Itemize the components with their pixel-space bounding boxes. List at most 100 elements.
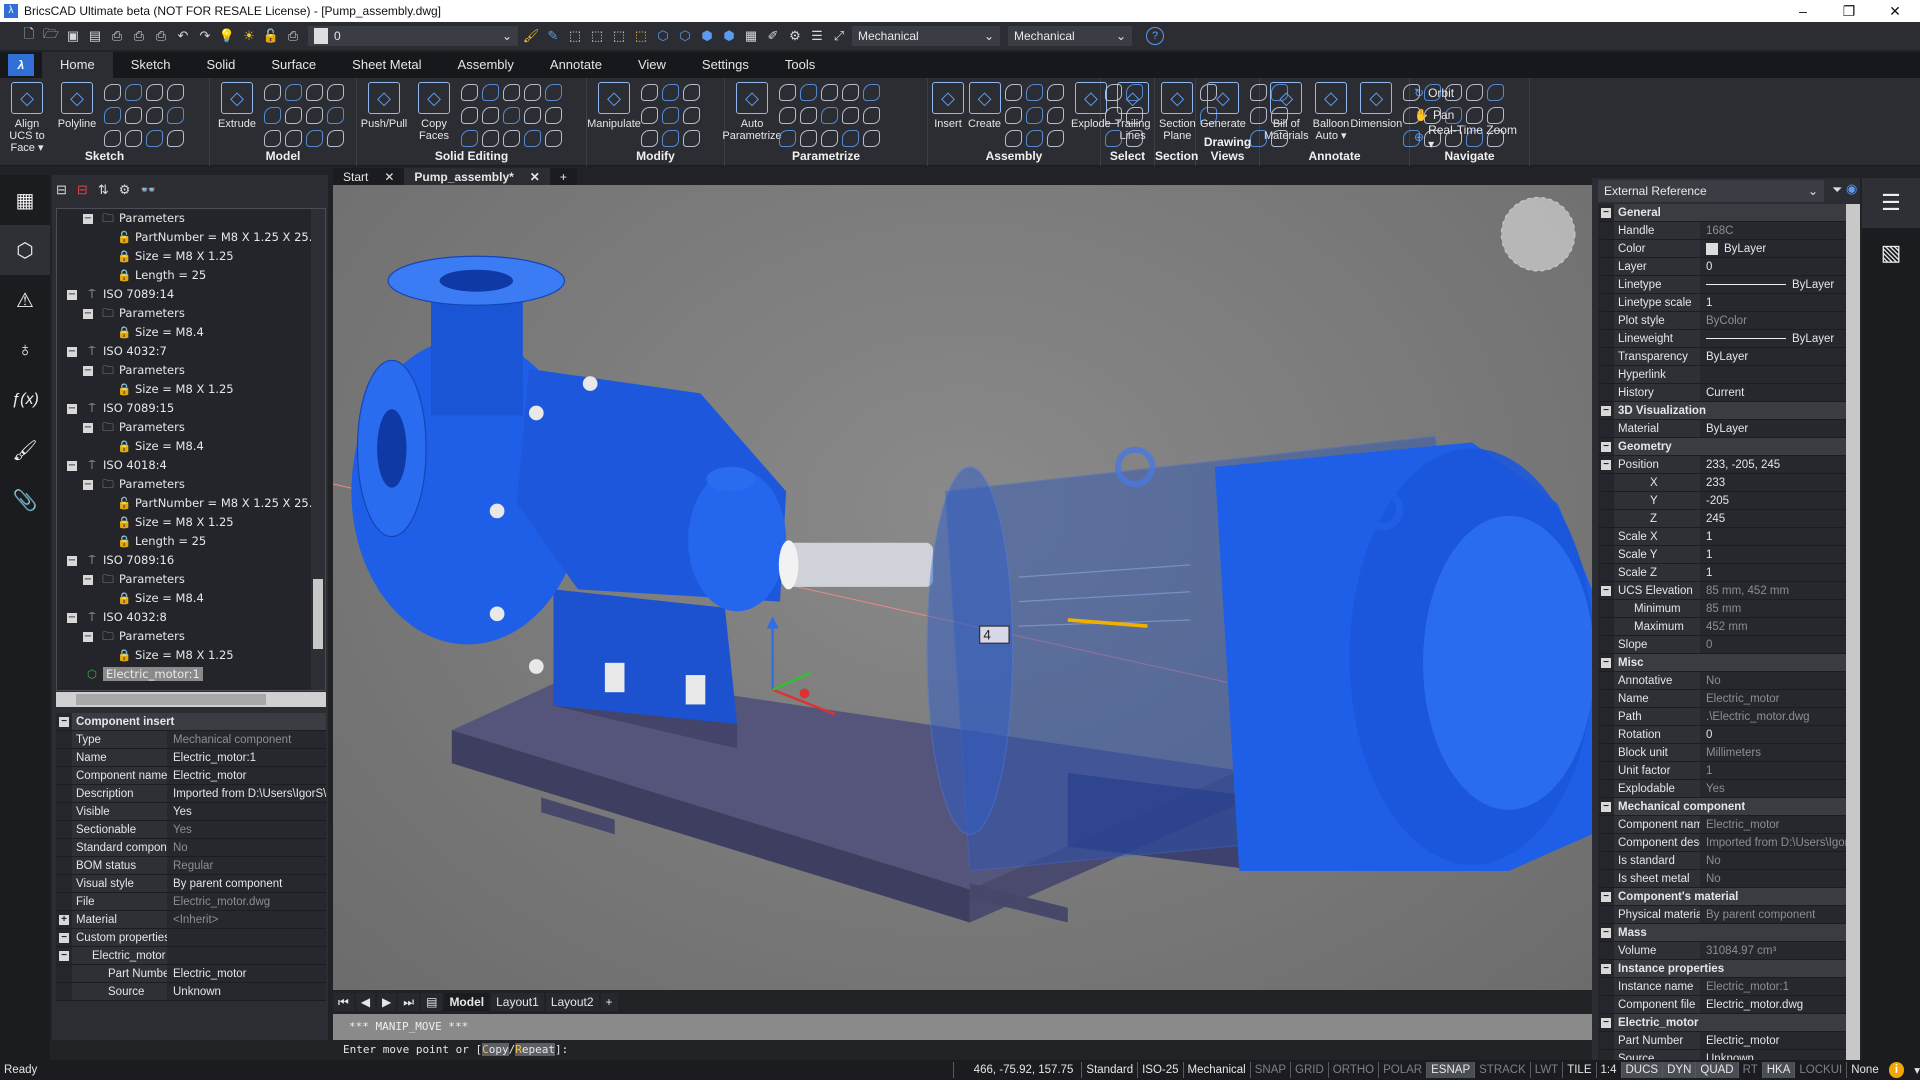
status-toggle-ducs[interactable]: DUCS — [1620, 1062, 1663, 1078]
tool-icon[interactable] — [306, 130, 323, 147]
eye-icon[interactable]: ◉ — [1846, 181, 1857, 197]
first-layout-button[interactable]: ⏮ — [333, 993, 354, 1011]
tree-item[interactable]: − 🗀 Parameters — [57, 475, 325, 494]
property-row[interactable]: Component file Electric_motor.dwg — [1598, 996, 1846, 1014]
tool-icon[interactable] — [662, 84, 679, 101]
tool-icon[interactable] — [167, 107, 184, 124]
tree-item[interactable]: 🔒 Size = M8.4 — [57, 323, 325, 342]
tool-icon[interactable] — [264, 84, 281, 101]
tool-icon[interactable] — [545, 107, 562, 124]
tree-item[interactable]: − 🗀 Parameters — [57, 209, 325, 228]
expand-toggle[interactable]: − — [1598, 582, 1614, 599]
tool-icon[interactable] — [327, 84, 344, 101]
tool-icon[interactable] — [461, 84, 478, 101]
tool-icon[interactable] — [800, 84, 817, 101]
property-row[interactable]: Plot style ByColor — [1598, 312, 1846, 330]
property-row[interactable]: Path .\Electric_motor.dwg — [1598, 708, 1846, 726]
function-icon[interactable]: ƒ(x) — [0, 375, 50, 425]
tool-icon[interactable] — [1126, 107, 1143, 124]
table-icon[interactable]: ▦ — [0, 175, 50, 225]
property-row[interactable]: BOM status Regular — [56, 857, 326, 875]
add-layout-button[interactable]: + — [600, 993, 618, 1011]
minus-icon[interactable]: − — [1601, 585, 1611, 596]
close-tab-icon[interactable]: ✕ — [530, 170, 540, 184]
tool-icon[interactable] — [524, 107, 541, 124]
erase-icon[interactable]: ✐ — [764, 27, 782, 45]
tab-annotate[interactable]: Annotate — [532, 52, 620, 78]
tool-icon[interactable] — [104, 130, 121, 147]
tool-icon[interactable] — [104, 107, 121, 124]
tool-icon[interactable] — [306, 107, 323, 124]
tab-solid[interactable]: Solid — [188, 52, 253, 78]
collapse-toggle[interactable]: − — [67, 612, 77, 623]
property-row[interactable]: Volume 31084.97 cm³ — [1598, 942, 1846, 960]
property-value[interactable]: 1 — [1700, 564, 1846, 581]
property-row[interactable]: Transparency ByLayer — [1598, 348, 1846, 366]
status-toggle-dyn[interactable]: DYN — [1662, 1062, 1696, 1078]
property-row[interactable]: Name Electric_motor:1 — [56, 749, 326, 767]
save-as-icon[interactable]: ▤ — [86, 27, 104, 45]
expand-toggle[interactable]: − — [1598, 654, 1614, 671]
tool-icon[interactable] — [1005, 107, 1023, 124]
expand-toggle[interactable]: − — [1598, 924, 1614, 941]
collapse-toggle[interactable]: − — [67, 289, 77, 300]
property-value[interactable] — [1700, 366, 1846, 383]
print-icon[interactable]: ⎙ — [108, 27, 126, 45]
minus-icon[interactable]: − — [1601, 459, 1611, 470]
property-row[interactable]: − Electric_motor — [56, 947, 326, 965]
collapse-toggle[interactable]: − — [83, 422, 93, 433]
tab-tools[interactable]: Tools — [767, 52, 833, 78]
property-value[interactable]: 0 — [1700, 258, 1846, 275]
sort-az-icon[interactable]: ⇅ — [98, 182, 109, 198]
component-icon[interactable]: ⬡ — [0, 225, 50, 275]
tool-icon[interactable] — [1105, 130, 1122, 147]
profile-dropdown[interactable]: Mechanical ⌄ — [1008, 26, 1132, 46]
tool-icon[interactable] — [1105, 84, 1122, 101]
property-value[interactable]: Yes — [167, 803, 326, 820]
property-row[interactable]: Y -205 — [1598, 492, 1846, 510]
settings-sliders-icon[interactable]: ☰ — [1862, 178, 1920, 228]
command-prompt[interactable]: Enter move point or [Copy/Repeat]: — [333, 1040, 1592, 1060]
last-layout-button[interactable]: ⏭ — [398, 993, 420, 1011]
minus-icon[interactable]: − — [1601, 963, 1611, 974]
tool-icon[interactable] — [1047, 84, 1065, 101]
3d-viewport[interactable]: 4 — [332, 185, 1595, 990]
tool-icon[interactable] — [863, 84, 880, 101]
open-file-icon[interactable]: 🗁 — [42, 26, 60, 45]
visual-style-icon[interactable]: ⬢ — [720, 27, 738, 45]
tree-item[interactable]: − 🗀 Parameters — [57, 361, 325, 380]
expand-toggle[interactable]: − — [1598, 204, 1614, 221]
minus-icon[interactable]: − — [1601, 801, 1611, 812]
property-value[interactable]: 1 — [1700, 546, 1846, 563]
tool-icon[interactable] — [1126, 84, 1143, 101]
property-value[interactable]: By parent component — [167, 875, 326, 892]
property-value[interactable]: Current — [1700, 384, 1846, 401]
status-toggle-rt[interactable]: RT — [1737, 1062, 1762, 1078]
tree-item[interactable]: 🔒 Size = M8 X 1.25 — [57, 380, 325, 399]
tool-icon[interactable] — [842, 84, 859, 101]
minus-icon[interactable]: − — [59, 716, 69, 727]
status-toggle-snap[interactable]: SNAP — [1249, 1062, 1290, 1078]
tree-item[interactable]: 🔒 Length = 25 — [57, 532, 325, 551]
property-row[interactable]: Maximum 452 mm — [1598, 618, 1846, 636]
tool-icon[interactable] — [482, 130, 499, 147]
paintbrush-icon[interactable]: 🖌 — [0, 425, 50, 475]
property-value[interactable]: Unknown — [167, 983, 326, 1000]
property-row[interactable]: Scale Z 1 — [1598, 564, 1846, 582]
property-row[interactable]: Z 245 — [1598, 510, 1846, 528]
tree-item[interactable]: 🔒 Size = M8.4 — [57, 437, 325, 456]
tool-icon[interactable] — [125, 84, 142, 101]
property-row[interactable]: History Current — [1598, 384, 1846, 402]
tree-item[interactable]: 🔒 Size = M8.4 — [57, 589, 325, 608]
expand-toggle[interactable]: − — [56, 713, 72, 730]
property-value[interactable]: ByLayer — [1700, 330, 1846, 347]
select-filter-icon[interactable]: ⬚ — [610, 27, 628, 45]
property-value[interactable]: ByLayer — [1700, 240, 1846, 257]
property-value[interactable] — [167, 947, 326, 964]
expand-toggle[interactable]: − — [1598, 456, 1614, 473]
tool-icon[interactable] — [683, 84, 700, 101]
property-value[interactable]: Electric_motor — [1700, 1032, 1846, 1049]
help-icon[interactable]: ? — [1146, 27, 1164, 45]
option-repeat[interactable]: Repeat — [515, 1043, 555, 1056]
property-row[interactable]: Is standard No — [1598, 852, 1846, 870]
